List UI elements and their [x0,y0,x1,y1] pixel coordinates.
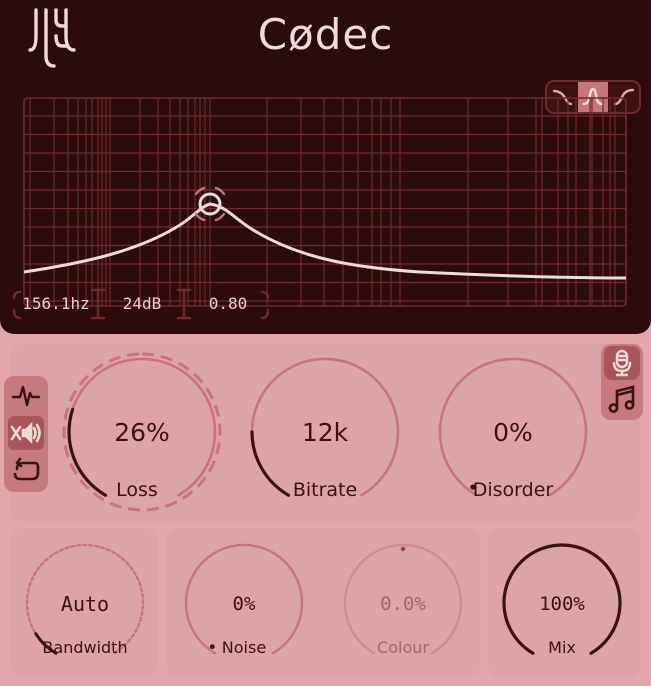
bandwidth-label: Bandwidth [42,638,128,657]
music-button[interactable] [604,383,640,417]
colour-value: 0.0% [380,593,426,615]
loss-value: 26% [114,418,170,447]
waveform-icon [11,385,41,407]
microphone-icon [612,349,632,377]
eq-graph[interactable] [0,0,651,334]
music-note-icon [608,385,635,413]
mute-speaker-icon [10,421,41,445]
noise-label: Noise [221,638,267,657]
q-readout[interactable]: 0.80 [190,289,266,319]
mix-value: 100% [539,593,585,615]
mode-strip [4,376,48,492]
source-strip [601,344,643,420]
loss-label: Loss [116,479,158,501]
loop-button[interactable] [8,454,44,488]
disorder-value: 0% [493,418,533,447]
frequency-readout[interactable]: 156.1hz [16,289,96,319]
bitrate-label: Bitrate [292,479,358,501]
mix-label: Mix [548,638,576,657]
gain-readout[interactable]: 24dB [104,289,180,319]
colour-label: Colour [377,638,429,657]
disorder-label: Disorder [472,479,554,501]
bandwidth-value: Auto [60,592,110,616]
bitrate-value: 12k [301,418,349,447]
mute-button[interactable] [8,416,44,450]
waveform-button[interactable] [8,378,44,412]
microphone-button[interactable] [604,346,640,380]
loop-icon [13,457,40,481]
noise-value: 0% [232,593,256,615]
